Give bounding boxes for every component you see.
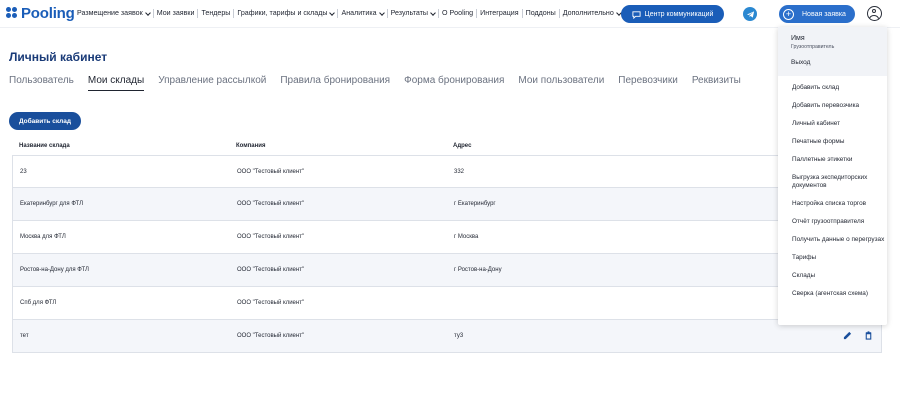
table-row[interactable]: Москва для ФТЛ ООО "Тестовый клиент" г Мос… xyxy=(12,221,882,254)
user-avatar-icon[interactable] xyxy=(867,6,882,21)
cell-name: Екатеринбург для ФТЛ xyxy=(20,201,84,207)
table-body: 23 ООО "Тестовый клиент" 332 Екатеринбург д… xyxy=(12,155,882,353)
new-request-label: Новая заявка xyxy=(802,10,846,18)
user-menu-item[interactable]: Настройка списка торгов xyxy=(792,200,887,208)
nav-item-label: Поддоны xyxy=(525,9,556,17)
tab[interactable]: Управление рассылкой xyxy=(158,75,266,91)
logo-text: Pooling xyxy=(21,5,75,22)
nav-item[interactable]: Интеграция xyxy=(477,9,523,18)
nav-item[interactable]: Тендеры xyxy=(198,9,235,18)
cell-company: ООО "Тестовый клиент" xyxy=(237,168,305,175)
cell-name: Ростов-на-Дону для ФТЛ xyxy=(20,267,89,273)
cell-address: г Екатеринбург xyxy=(454,201,496,207)
cell-address: ту3 xyxy=(454,333,464,339)
profile-tabs: Пользователь Мои склады Управление рассылк… xyxy=(9,75,755,91)
user-menu-item[interactable]: Паллетные этикетки xyxy=(792,156,887,164)
chevron-down-icon xyxy=(378,9,385,16)
top-header: Pooling Размещение заявок Мои заявки Тенде… xyxy=(0,0,900,28)
tab[interactable]: Мои пользователи xyxy=(518,75,604,91)
cell-company: ООО "Тестовый клиент" xyxy=(237,234,305,240)
table-row[interactable]: тет ООО "Тестовый клиент" ту3 xyxy=(12,320,882,353)
nav-item[interactable]: Поддоны xyxy=(523,9,560,18)
cell-name: Москва для ФТЛ xyxy=(20,234,66,240)
cell-company: ООО "Тестовый клиент" xyxy=(237,267,305,273)
logout-link[interactable]: Выход xyxy=(791,59,887,66)
cell-company: ООО "Тестовый клиент" xyxy=(237,333,305,339)
edit-icon[interactable] xyxy=(843,331,852,342)
main-nav: Размещение заявок Мои заявки Тендеры График… xyxy=(74,9,624,18)
nav-item-label: Графики, тарифы и склады xyxy=(237,9,328,17)
nav-item-label: Размещение заявок xyxy=(77,9,143,17)
new-request-button[interactable]: + Новая заявка xyxy=(779,5,855,23)
user-name: Имя xyxy=(791,35,805,42)
cell-company: ООО "Тестовый клиент" xyxy=(237,300,305,306)
communication-center-button[interactable]: Центр коммуникаций xyxy=(621,5,724,23)
tab[interactable]: Перевозчики xyxy=(618,75,678,91)
table-header: Название склада Компания Адрес xyxy=(12,137,882,155)
user-menu-item[interactable]: Добавить склад xyxy=(792,84,887,92)
user-menu-item[interactable]: Личный кабинет xyxy=(792,120,887,128)
tab[interactable]: Правила бронирования xyxy=(280,75,390,91)
user-menu-item[interactable]: Выгрузка экспедиторских документов xyxy=(792,174,887,190)
chevron-down-icon xyxy=(430,9,436,16)
chevron-down-icon xyxy=(329,9,336,16)
nav-item[interactable]: Размещение заявок xyxy=(74,9,154,18)
tab[interactable]: Реквизиты xyxy=(692,75,741,91)
column-header-address: Адрес xyxy=(453,143,472,149)
nav-item-label: Аналитика xyxy=(341,9,377,17)
cell-address: 332 xyxy=(454,168,465,175)
nav-item[interactable]: Мои заявки xyxy=(154,9,199,18)
user-menu-item[interactable]: Получить данные о перегрузах xyxy=(792,236,887,244)
user-menu-item[interactable]: Тарифы xyxy=(792,254,887,262)
nav-item-label: Интеграция xyxy=(480,9,519,17)
user-menu-dropdown: Имя Грузоотправитель Выход Добавить скла… xyxy=(778,27,887,325)
nav-item-label: О Pooling xyxy=(441,9,474,17)
table-row[interactable]: Спб для ФТЛ ООО "Тестовый клиент" xyxy=(12,287,882,320)
warehouses-table: Название склада Компания Адрес 23 ООО "Те… xyxy=(12,137,882,353)
nav-item-label: Дополнительно xyxy=(562,9,614,17)
table-row[interactable]: 23 ООО "Тестовый клиент" 332 xyxy=(12,155,882,188)
column-header-company: Компания xyxy=(236,143,266,149)
add-warehouse-button[interactable]: Добавить склад xyxy=(9,112,81,130)
tab[interactable]: Пользователь xyxy=(9,75,74,91)
tab[interactable]: Форма бронирования xyxy=(404,75,504,91)
user-menu-list: Добавить склад Добавить перевозчика Личный… xyxy=(778,76,887,298)
chat-icon xyxy=(631,10,641,19)
cell-address: г Москва xyxy=(454,234,479,240)
tab[interactable]: Мои склады xyxy=(87,75,145,91)
table-row[interactable]: Ростов-на-Дону для ФТЛ ООО "Тестовый клие… xyxy=(12,254,882,287)
cell-address: г Ростов-на-Дону xyxy=(454,267,502,273)
nav-item[interactable]: О Pooling xyxy=(439,9,478,18)
communication-center-label: Центр коммуникаций xyxy=(644,10,714,18)
trash-icon[interactable] xyxy=(864,330,873,342)
logo-dots-icon xyxy=(6,7,19,20)
user-menu-item[interactable]: Склады xyxy=(792,272,887,280)
nav-item-label: Мои заявки xyxy=(156,9,195,17)
cell-name: тет xyxy=(20,333,29,339)
telegram-icon[interactable] xyxy=(743,7,757,21)
table-row[interactable]: Екатеринбург для ФТЛ ООО "Тестовый клиент… xyxy=(12,188,882,221)
nav-item[interactable]: Аналитика xyxy=(338,9,388,18)
nav-item[interactable]: Результаты xyxy=(388,9,439,18)
plus-icon: + xyxy=(783,8,794,20)
user-menu-item[interactable]: Добавить перевозчика xyxy=(792,102,887,110)
nav-item[interactable]: Дополнительно xyxy=(560,9,624,18)
user-info: Имя Грузоотправитель Выход xyxy=(778,27,887,76)
user-role: Грузоотправитель xyxy=(791,44,835,50)
chevron-down-icon xyxy=(144,9,151,16)
cell-company: ООО "Тестовый клиент" xyxy=(237,201,305,207)
cell-name: Спб для ФТЛ xyxy=(20,300,57,306)
cell-name: 23 xyxy=(20,168,27,175)
page-title: Личный кабинет xyxy=(9,50,108,64)
nav-item[interactable]: Графики, тарифы и склады xyxy=(234,9,339,18)
logo[interactable]: Pooling xyxy=(6,5,75,22)
user-menu-item[interactable]: Отчёт грузоотправителя xyxy=(792,218,887,226)
row-actions xyxy=(784,330,881,342)
user-menu-item[interactable]: Печатные формы xyxy=(792,138,887,146)
user-menu-item[interactable]: Сверка (агентская схема) xyxy=(792,290,887,298)
nav-item-label: Результаты xyxy=(390,9,428,17)
column-header-name: Название склада xyxy=(19,143,70,149)
nav-item-label: Тендеры xyxy=(201,9,231,17)
